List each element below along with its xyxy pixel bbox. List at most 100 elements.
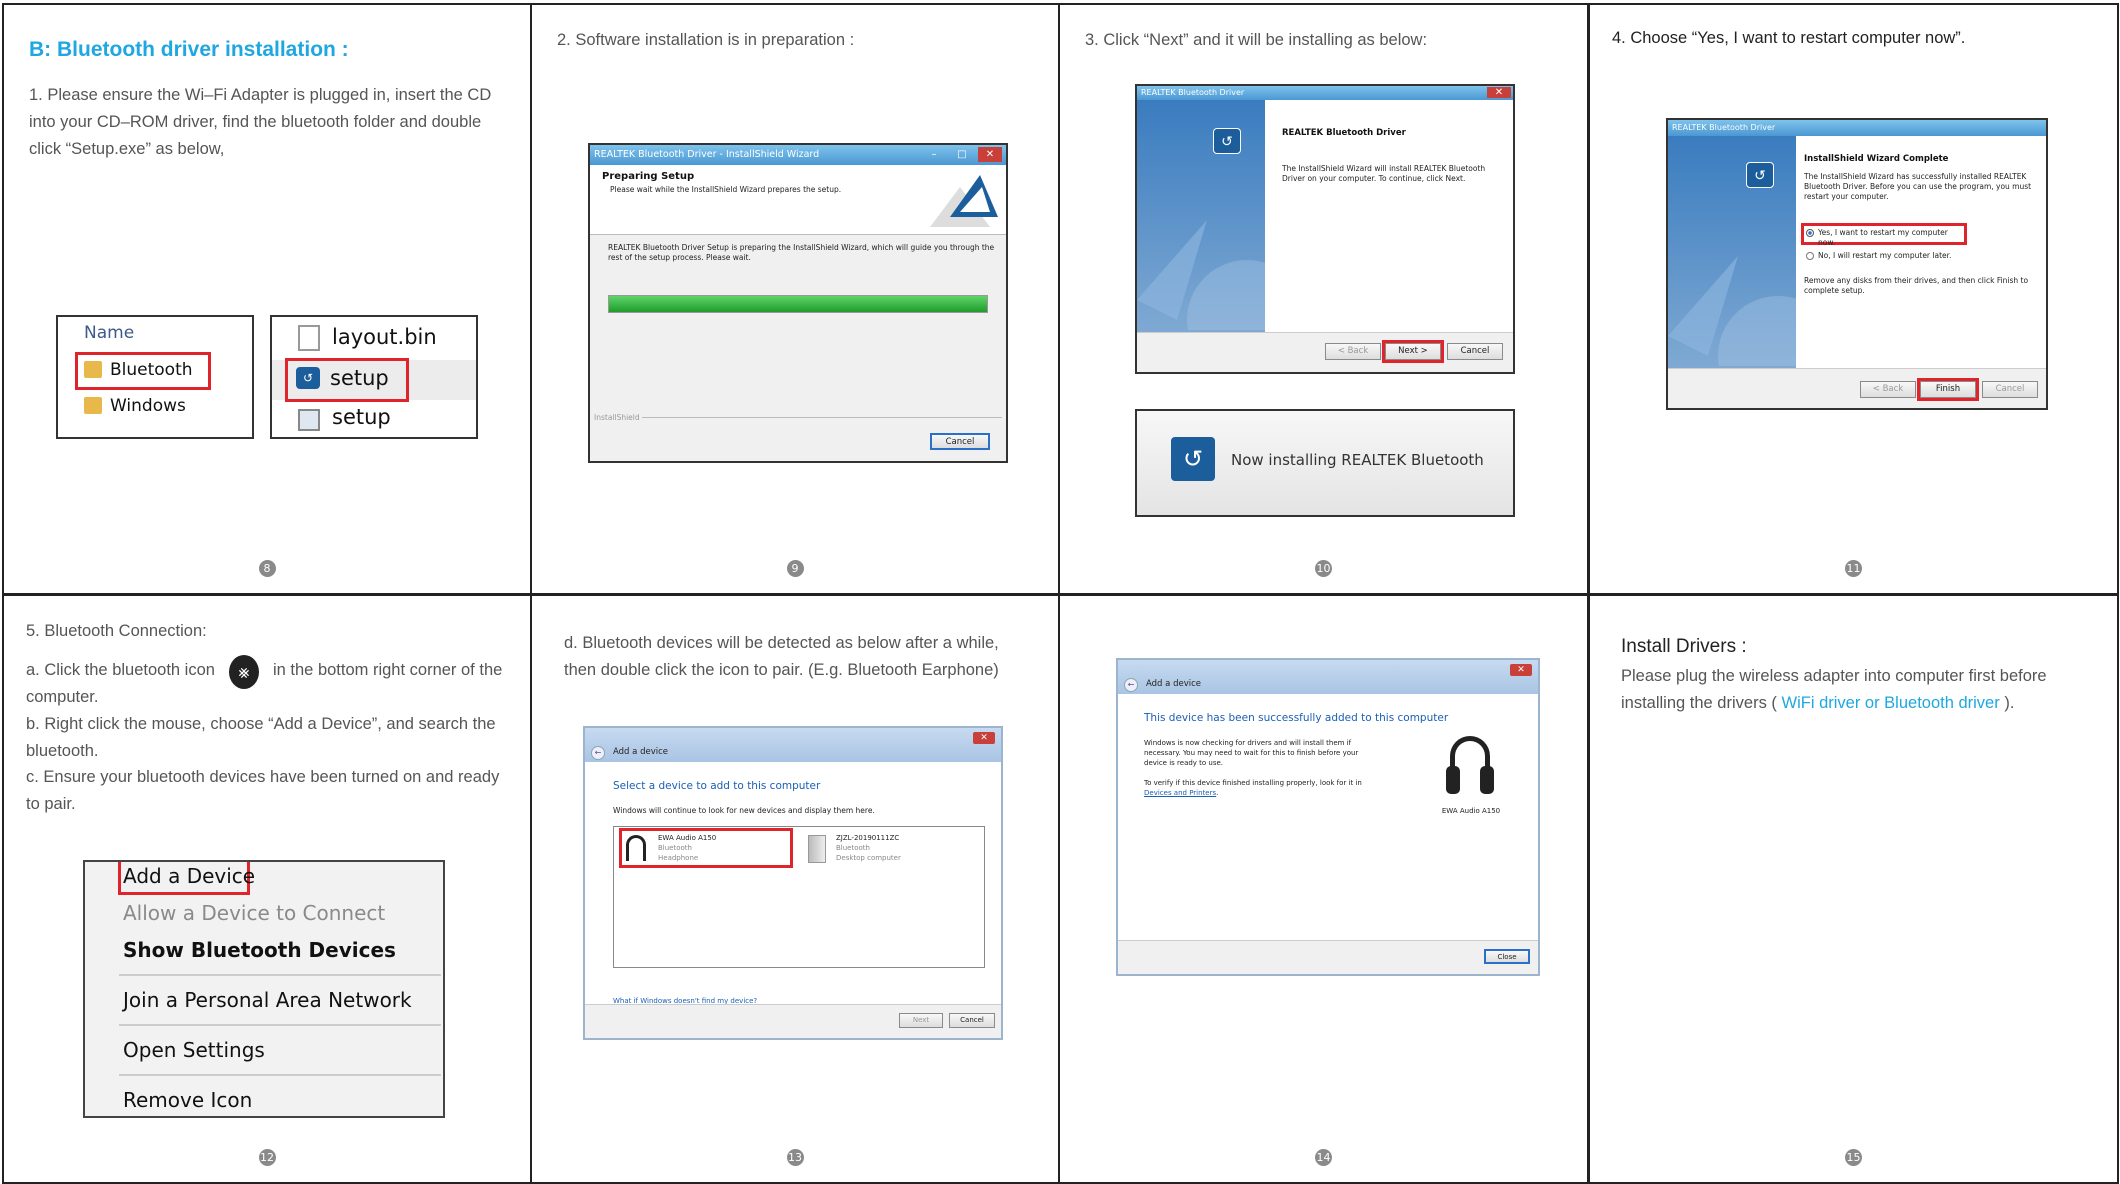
cancel-button[interactable]: Cancel <box>1982 381 2038 398</box>
next-button[interactable]: Next <box>899 1013 943 1028</box>
verify-text-body: To verify if this device finished instal… <box>1144 779 1362 787</box>
bluetooth-folder-row[interactable]: Bluetooth <box>75 352 211 390</box>
step-d-text: d. Bluetooth devices will be detected as… <box>564 634 999 679</box>
banner-arrow-graphic <box>1137 220 1265 330</box>
close-icon[interactable]: ✕ <box>1487 87 1511 98</box>
install-welcome-window: REALTEK Bluetooth Driver ✕ ↺ REALTEK Blu… <box>1135 84 1515 374</box>
close-icon[interactable]: ✕ <box>973 732 995 744</box>
page-number-8: 8 <box>4 559 530 577</box>
layout-bin-file[interactable]: layout.bin <box>332 325 437 349</box>
window-title: REALTEK Bluetooth Driver <box>1672 123 1776 132</box>
cancel-button[interactable]: Cancel <box>949 1013 995 1028</box>
wizard-heading: InstallShield Wizard Complete <box>1804 154 1949 164</box>
wizard-side-banner: ↺ <box>1668 136 1796 368</box>
cancel-button[interactable]: Cancel <box>1447 343 1503 360</box>
page-number-10: 10 <box>1315 560 1332 577</box>
menu-join-pan[interactable]: Join a Personal Area Network <box>123 988 412 1012</box>
back-arrow-icon[interactable]: ← <box>1124 678 1138 692</box>
finish-note: Remove any disks from their drives, and … <box>1804 276 2029 295</box>
window-title-bar: ✕ ← Add a device <box>1118 660 1538 694</box>
wizard-side-banner: ↺ <box>1137 100 1265 332</box>
step-b-text: b. Right click the mouse, choose “Add a … <box>26 715 496 760</box>
close-icon[interactable]: ✕ <box>1510 664 1532 676</box>
window-title: Add a device <box>1146 679 1201 689</box>
step-3-text: 3. Click “Next” and it will be installin… <box>1085 31 1428 49</box>
next-button[interactable]: Next > <box>1382 340 1444 363</box>
setup-exe-label: setup <box>330 366 389 390</box>
menu-allow-device[interactable]: Allow a Device to Connect <box>123 901 385 925</box>
panel-11: 4. Choose “Yes, I want to restart comput… <box>1588 3 2119 595</box>
driver-link[interactable]: WiFi driver or Bluetooth driver <box>1782 694 2000 712</box>
panel-10: 3. Click “Next” and it will be installin… <box>1058 3 1589 595</box>
radio-unselected-icon <box>1806 252 1814 260</box>
device-ewa-audio[interactable]: EWA Audio A150 Bluetooth Headphone <box>619 828 793 868</box>
cancel-button[interactable]: Cancel <box>930 433 990 450</box>
window-title: Add a device <box>613 747 668 757</box>
explorer-files-screenshot: layout.bin ↺ setup setup <box>270 315 478 439</box>
preparing-setup-window: REALTEK Bluetooth Driver - InstallShield… <box>588 143 1008 463</box>
menu-separator <box>119 1074 441 1076</box>
menu-open-settings[interactable]: Open Settings <box>123 1038 265 1062</box>
headphone-icon <box>1446 736 1494 800</box>
device-zjzl-desktop[interactable]: ZJZL-20190111ZC Bluetooth Desktop comput… <box>804 831 972 865</box>
panel-14: ✕ ← Add a device This device has been su… <box>1058 594 1589 1184</box>
back-button[interactable]: < Back <box>1325 343 1381 360</box>
step-4-text: 4. Choose “Yes, I want to restart comput… <box>1612 29 1966 47</box>
headphone-icon <box>626 835 646 861</box>
menu-separator <box>119 974 441 976</box>
dialog-heading: Select a device to add to this computer <box>613 780 821 792</box>
maximize-icon[interactable]: □ <box>950 147 974 162</box>
installing-progress-box: ↺ Now installing REALTEK Bluetooth <box>1135 409 1515 517</box>
close-button[interactable]: Close <box>1484 949 1530 964</box>
close-icon[interactable]: ✕ <box>978 147 1002 162</box>
device-type: Bluetooth <box>658 844 692 852</box>
restart-later-label: No, I will restart my computer later. <box>1818 251 1952 260</box>
window-title: REALTEK Bluetooth Driver - InstallShield… <box>594 149 820 160</box>
dialog-footer: Next Cancel <box>585 1004 1001 1038</box>
restart-later-option[interactable]: No, I will restart my computer later. <box>1804 250 1984 264</box>
panel-9: 2. Software installation is in preparati… <box>530 3 1060 595</box>
realtek-bt-icon: ↺ <box>1171 437 1215 481</box>
menu-show-devices[interactable]: Show Bluetooth Devices <box>123 938 396 962</box>
realtek-bt-icon: ↺ <box>1746 162 1774 188</box>
window-title-bar: REALTEK Bluetooth Driver <box>1668 120 2046 136</box>
device-name: EWA Audio A150 <box>658 834 717 842</box>
device-kind: Desktop computer <box>836 854 901 862</box>
name-column-header: Name <box>84 323 135 343</box>
menu-remove-icon[interactable]: Remove Icon <box>123 1088 252 1112</box>
wizard-subheading: Please wait while the InstallShield Wiza… <box>610 185 842 194</box>
menu-add-device[interactable]: Add a Device <box>123 864 255 888</box>
back-button[interactable]: < Back <box>1860 381 1916 398</box>
section-title: B: Bluetooth driver installation : <box>29 38 349 61</box>
finish-button[interactable]: Finish <box>1917 378 1979 401</box>
restart-now-label: Yes, I want to restart my computer now. <box>1818 228 1948 247</box>
page-number-9: 9 <box>532 559 1058 577</box>
setup-exe-row[interactable]: ↺ setup <box>285 358 409 402</box>
add-device-window: ✕ ← Add a device Select a device to add … <box>583 726 1003 1040</box>
install-drivers-text-end: ). <box>2004 694 2015 712</box>
minimize-icon[interactable]: – <box>922 147 946 162</box>
device-type: Bluetooth <box>836 844 870 852</box>
window-title: REALTEK Bluetooth Driver <box>1141 88 1245 97</box>
verify-text: To verify if this device finished instal… <box>1144 779 1362 797</box>
step-1-text: 1. Please ensure the Wi–Fi Adapter is pl… <box>29 86 492 158</box>
install-drivers-text: Please plug the wireless adapter into co… <box>1621 663 2097 717</box>
step-2-text: 2. Software installation is in preparati… <box>557 31 855 49</box>
panel-13: d. Bluetooth devices will be detected as… <box>530 594 1060 1184</box>
wizard-footer: < Back Finish Cancel <box>1668 368 2046 408</box>
install-drivers-title: Install Drivers : <box>1621 636 1747 657</box>
back-arrow-icon[interactable]: ← <box>591 746 605 760</box>
wizard-body-text: The InstallShield Wizard will install RE… <box>1282 164 1486 183</box>
dialog-body-text: Windows is now checking for drivers and … <box>1144 739 1359 767</box>
realtek-bt-icon: ↺ <box>1213 128 1241 154</box>
devices-printers-link[interactable]: Devices and Printers <box>1144 789 1216 797</box>
folder-icon <box>84 397 102 414</box>
divider <box>642 417 1002 418</box>
restart-now-option[interactable]: Yes, I want to restart my computer now. <box>1801 223 1967 247</box>
setup-app-icon: ↺ <box>296 367 320 389</box>
bluetooth-folder-label: Bluetooth <box>110 360 193 380</box>
windows-folder-row[interactable]: Windows <box>78 393 208 419</box>
wizard-body-text: REALTEK Bluetooth Driver Setup is prepar… <box>608 243 995 262</box>
setup-config-file[interactable]: setup <box>332 405 391 429</box>
banner-arrow-graphic <box>1668 256 1796 366</box>
